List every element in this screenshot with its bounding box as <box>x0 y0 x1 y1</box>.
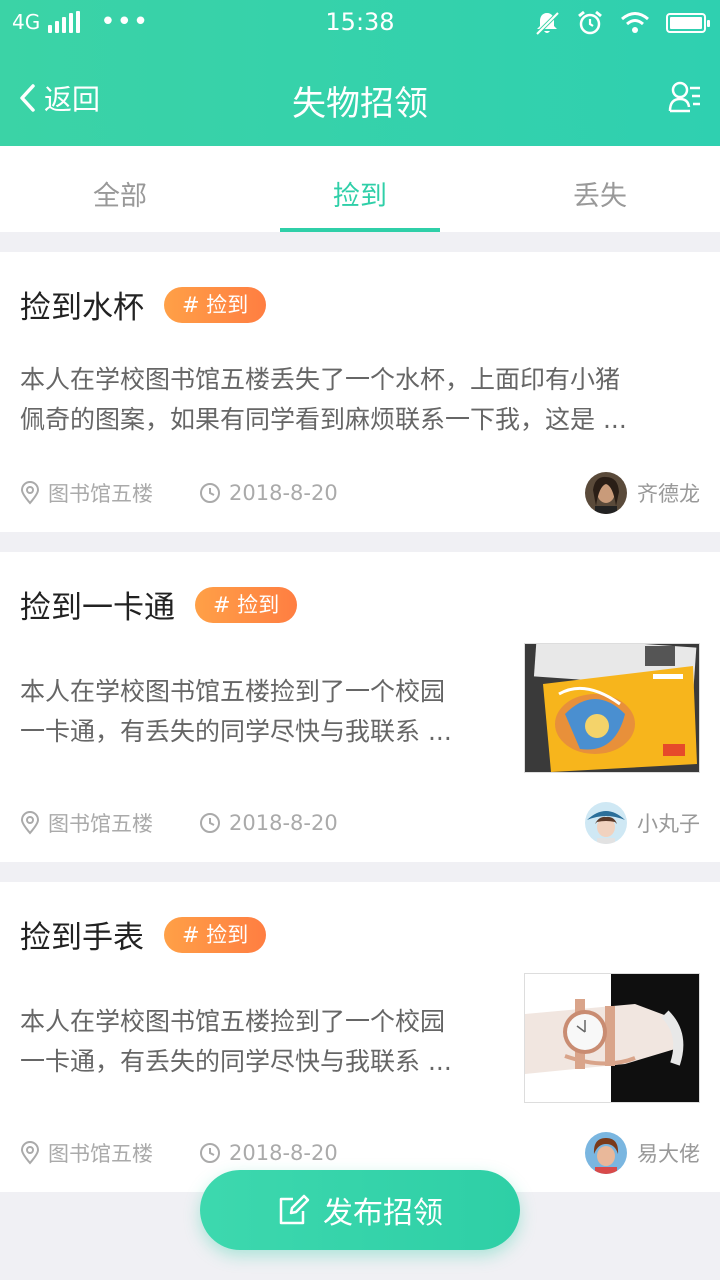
avatar <box>585 472 627 514</box>
post-author[interactable]: 易大佬 <box>585 1132 700 1174</box>
location-pin-icon <box>20 1141 40 1165</box>
watch-photo[interactable] <box>524 973 700 1103</box>
description-line: 本人在学校图书馆五楼捡到了一个校园 <box>20 1007 446 1036</box>
avatar <box>585 1132 627 1174</box>
post-meta: 图书馆五楼 2018-8-20 <box>20 808 338 838</box>
user-list-icon <box>668 81 700 113</box>
alarm-icon <box>578 10 602 35</box>
date-info: 2018-8-20 <box>199 1141 338 1165</box>
status-badge: # 捡到 <box>164 286 267 323</box>
description-line: 本人在学校图书馆五楼丢失了一个水杯，上面印有小猪 <box>20 365 621 394</box>
post-card[interactable]: 捡到一卡通 # 捡到 本人在学校图书馆五楼捡到了一个校园 一卡通，有丢失的同学尽… <box>0 552 720 862</box>
location-text: 图书馆五楼 <box>48 482 153 506</box>
page-title: 失物招领 <box>292 84 428 124</box>
post-title: 捡到水杯 <box>20 290 144 326</box>
date-text: 2018-8-20 <box>229 1141 338 1165</box>
post-title-row: 捡到一卡通 # 捡到 <box>20 582 298 627</box>
post-author[interactable]: 小丸子 <box>585 802 700 844</box>
date-text: 2018-8-20 <box>229 811 338 835</box>
status-badge: # 捡到 <box>164 916 267 953</box>
post-author[interactable]: 齐德龙 <box>585 472 700 514</box>
location-info: 图书馆五楼 <box>20 478 153 508</box>
post-title-row: 捡到手表 # 捡到 <box>20 912 267 957</box>
post-card[interactable]: 捡到水杯 # 捡到 本人在学校图书馆五楼丢失了一个水杯，上面印有小猪 佩奇的图案… <box>0 252 720 532</box>
clock-icon <box>200 1143 220 1163</box>
location-info: 图书馆五楼 <box>20 808 153 838</box>
location-pin-icon <box>20 481 40 505</box>
clock-icon <box>200 813 220 833</box>
campus-card-photo[interactable] <box>524 643 700 773</box>
post-title: 捡到手表 <box>20 920 144 956</box>
edit-icon <box>279 1194 310 1225</box>
post-description: 本人在学校图书馆五楼捡到了一个校园 一卡通，有丢失的同学尽快与我联系 ... <box>20 672 510 752</box>
battery-icon <box>666 13 710 33</box>
publish-button[interactable]: 发布招领 <box>200 1170 520 1250</box>
location-text: 图书馆五楼 <box>48 812 153 836</box>
publish-label: 发布招领 <box>323 1196 443 1231</box>
author-name: 齐德龙 <box>637 482 700 506</box>
description-line: 一卡通，有丢失的同学尽快与我联系 ... <box>20 1047 452 1076</box>
post-description: 本人在学校图书馆五楼丢失了一个水杯，上面印有小猪 佩奇的图案，如果有同学看到麻烦… <box>20 360 700 440</box>
date-info: 2018-8-20 <box>199 811 338 835</box>
description-line: 本人在学校图书馆五楼捡到了一个校园 <box>20 677 446 706</box>
user-menu-button[interactable] <box>668 80 702 118</box>
status-badge: # 捡到 <box>195 586 298 623</box>
description-line: 一卡通，有丢失的同学尽快与我联系 ... <box>20 717 452 746</box>
location-text: 图书馆五楼 <box>48 1142 153 1166</box>
date-info: 2018-8-20 <box>199 481 338 505</box>
post-title: 捡到一卡通 <box>20 590 175 626</box>
post-meta: 图书馆五楼 2018-8-20 <box>20 478 338 508</box>
post-card[interactable]: 捡到手表 # 捡到 本人在学校图书馆五楼捡到了一个校园 一卡通，有丢失的同学尽快… <box>0 882 720 1192</box>
status-right <box>534 9 710 37</box>
status-bar: 4G ••• 15:38 <box>0 0 720 48</box>
mute-icon <box>535 11 560 36</box>
tab-found[interactable]: 捡到 <box>240 146 480 232</box>
post-description: 本人在学校图书馆五楼捡到了一个校园 一卡通，有丢失的同学尽快与我联系 ... <box>20 1002 510 1082</box>
date-text: 2018-8-20 <box>229 481 338 505</box>
location-info: 图书馆五楼 <box>20 1138 153 1168</box>
description-line: 佩奇的图案，如果有同学看到麻烦联系一下我，这是 ... <box>20 405 627 434</box>
app-header: 4G ••• 15:38 返回 失物招领 <box>0 0 720 146</box>
author-name: 小丸子 <box>637 812 700 836</box>
location-pin-icon <box>20 811 40 835</box>
tab-all[interactable]: 全部 <box>0 146 240 232</box>
author-name: 易大佬 <box>637 1142 700 1166</box>
clock-icon <box>200 483 220 503</box>
avatar <box>585 802 627 844</box>
tab-bar: 全部 捡到 丢失 <box>0 146 720 232</box>
wifi-icon <box>621 12 649 33</box>
post-title-row: 捡到水杯 # 捡到 <box>20 282 267 327</box>
tab-lost[interactable]: 丢失 <box>480 146 720 232</box>
post-meta: 图书馆五楼 2018-8-20 <box>20 1138 338 1168</box>
